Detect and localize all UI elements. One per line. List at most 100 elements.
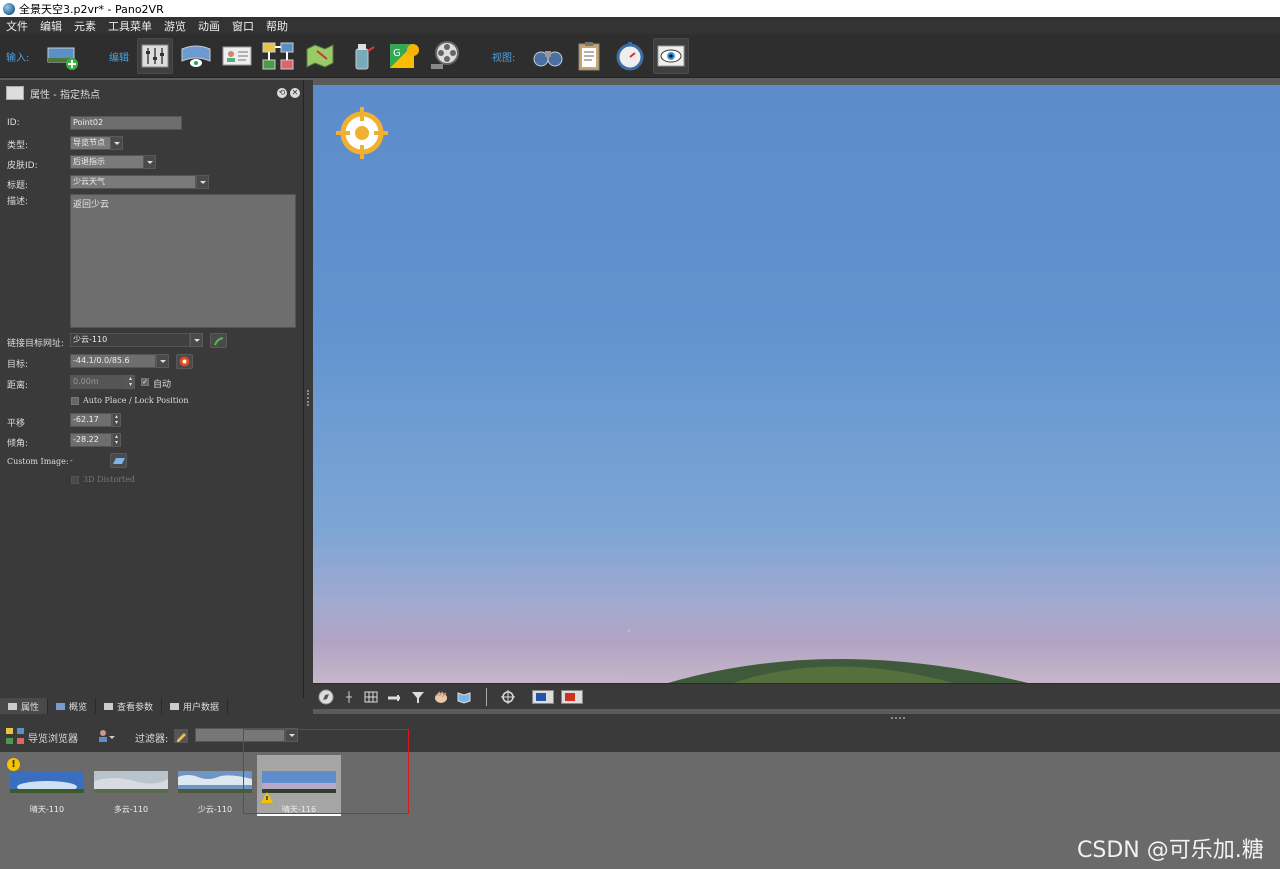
description-label: 描述: (7, 197, 29, 207)
filter-label: 过滤器: (135, 734, 169, 745)
crosshair-icon[interactable] (341, 689, 357, 705)
user-data-tab-icon (170, 702, 180, 710)
distance-label: 距离: (7, 381, 29, 391)
panorama-eye-icon (181, 45, 211, 67)
viewer-button[interactable] (178, 38, 214, 74)
custom-image-label: Custom Image: (7, 457, 69, 466)
vertical-splitter[interactable] (304, 80, 313, 714)
hotspot-tool-icon[interactable] (410, 689, 426, 705)
clipboard-button[interactable] (571, 38, 607, 74)
tab-user-data-label: 用户数据 (183, 702, 220, 713)
tour-browser-title: 导览浏览器 (28, 734, 78, 745)
node-label: 晴天-110 (29, 805, 65, 814)
skin-id-field[interactable]: 后退指示 (70, 155, 144, 169)
user-data-button[interactable] (219, 38, 255, 74)
params-tab-icon (104, 702, 114, 710)
menu-tools[interactable]: 工具菜单 (102, 18, 158, 34)
hotspot-target-icon[interactable] (334, 105, 390, 161)
ruler-icon[interactable] (386, 689, 402, 705)
horizontal-splitter[interactable] (0, 714, 1280, 722)
view-label: 视图: (492, 53, 516, 64)
menu-edit[interactable]: 编辑 (34, 18, 68, 34)
menu-file[interactable]: 文件 (0, 18, 34, 34)
auto-label: 自动 (153, 380, 172, 390)
title-label: 标题: (7, 181, 29, 191)
filter-pencil-icon[interactable] (174, 729, 188, 743)
panel-title: 属性 - 指定热点 (30, 89, 100, 101)
distorted-checkbox[interactable] (71, 476, 79, 484)
auto-place-checkbox[interactable] (71, 397, 79, 405)
target-field[interactable]: -44.1/0.0/85.6 (70, 354, 156, 368)
tab-view-params[interactable]: 查看参数 (96, 698, 163, 714)
id-card-icon (222, 46, 252, 66)
grid-icon[interactable] (363, 689, 379, 705)
tab-overview-label: 概览 (69, 702, 88, 713)
tilt-label: 倾角: (7, 439, 29, 449)
pan-field[interactable]: -62.17 (70, 413, 112, 427)
target-dropdown-arrow[interactable] (156, 354, 169, 368)
pan-spinner[interactable]: ▴ ▾ (112, 413, 121, 427)
tilt-spinner[interactable]: ▴ ▾ (112, 433, 121, 447)
tab-properties-label: 属性 (21, 702, 40, 713)
sort-user-icon[interactable] (97, 728, 115, 744)
arrow-link-icon (213, 336, 223, 345)
overview-button[interactable] (530, 38, 566, 74)
custom-image-open-button[interactable] (110, 453, 127, 468)
line-color-button[interactable] (532, 690, 554, 704)
fill-color-button[interactable] (561, 690, 583, 704)
float-panel-icon[interactable]: ⟲ (277, 88, 287, 98)
preview-button[interactable] (653, 38, 689, 74)
menu-window[interactable]: 窗口 (226, 18, 260, 34)
target-lock-icon[interactable] (500, 689, 516, 705)
type-dropdown-arrow[interactable] (110, 136, 123, 150)
title-dropdown-arrow[interactable] (196, 175, 209, 189)
tab-properties[interactable]: 属性 (0, 698, 49, 714)
menu-tour[interactable]: 游览 (158, 18, 192, 34)
id-label: ID: (7, 118, 20, 128)
title-field[interactable]: 少云天气 (70, 175, 196, 189)
id-field[interactable]: Point02 (70, 116, 182, 130)
animation-button[interactable] (428, 38, 464, 74)
stopwatch-icon (616, 42, 644, 71)
timer-button[interactable] (612, 38, 648, 74)
menu-elements[interactable]: 元素 (68, 18, 102, 34)
google-maps-button[interactable]: G (386, 38, 422, 74)
distance-field[interactable]: 0.00m (70, 375, 126, 389)
link-go-button[interactable] (210, 333, 227, 348)
hand-icon[interactable] (433, 689, 449, 705)
skin-id-dropdown-arrow[interactable] (143, 155, 156, 169)
map-button[interactable] (302, 38, 338, 74)
panorama-viewer[interactable] (313, 85, 1280, 683)
tour-browser-button[interactable] (260, 38, 296, 74)
link-target-dropdown-arrow[interactable] (190, 333, 203, 347)
link-target-field[interactable]: 少云-110 (70, 333, 190, 347)
sliders-icon (141, 44, 169, 68)
skin-id-label: 皮肤ID: (7, 161, 38, 171)
menu-help[interactable]: 帮助 (260, 18, 294, 34)
main-toolbar: 输入: 编辑 G 视图: (0, 34, 1280, 78)
viewing-params-button[interactable] (137, 38, 173, 74)
svg-text:G: G (393, 48, 401, 59)
type-label: 类型: (7, 141, 29, 151)
properties-icon (6, 86, 24, 100)
distance-spinner[interactable]: ▴ ▾ (126, 375, 135, 389)
compass-icon[interactable] (318, 689, 334, 705)
add-panorama-icon (47, 47, 78, 70)
close-panel-icon[interactable]: ✕ (290, 88, 300, 98)
tab-overview[interactable]: 概览 (48, 698, 97, 714)
auto-place-label: Auto Place / Lock Position (83, 396, 189, 405)
film-reel-icon (431, 41, 459, 69)
tab-user-data[interactable]: 用户数据 (162, 698, 229, 714)
tilt-field[interactable]: -28.22 (70, 433, 112, 447)
description-textarea[interactable]: 返回少云 (70, 194, 296, 328)
target-pick-button[interactable] (176, 354, 193, 369)
polygon-hotspot-icon[interactable] (456, 689, 472, 705)
menu-animation[interactable]: 动画 (192, 18, 226, 34)
tour-browser-icon (6, 728, 24, 744)
pan-label: 平移 (7, 419, 26, 429)
type-select[interactable]: 导览节点 (70, 136, 114, 150)
skin-editor-button[interactable] (344, 38, 380, 74)
menu-bar: 文件 编辑 元素 工具菜单 游览 动画 窗口 帮助 (0, 17, 1280, 34)
add-panorama-button[interactable] (44, 38, 80, 74)
auto-checkbox[interactable]: ✓ (141, 378, 149, 386)
